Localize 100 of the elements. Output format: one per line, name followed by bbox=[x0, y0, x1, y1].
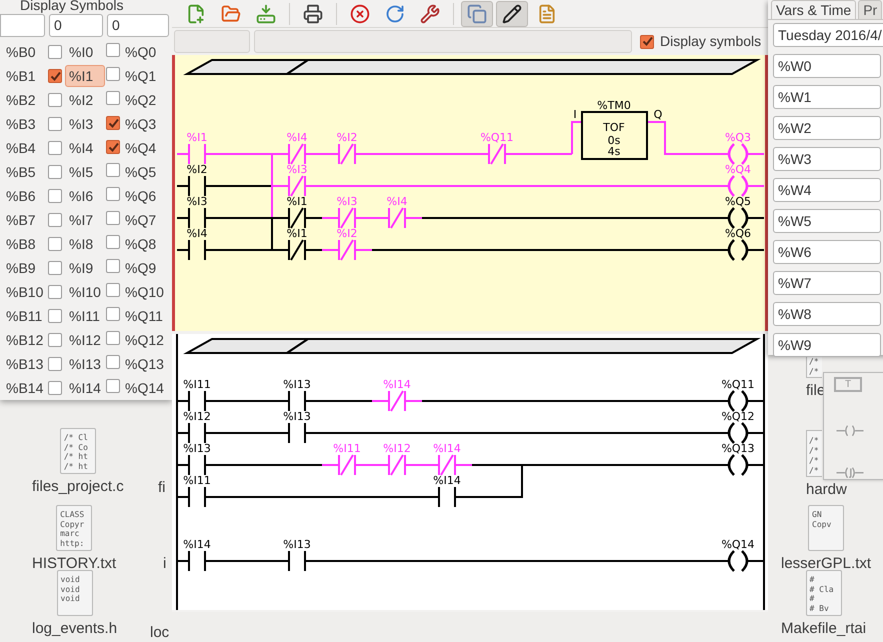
file-name[interactable]: log_events.h bbox=[32, 620, 118, 638]
file-name[interactable]: loc bbox=[150, 624, 170, 642]
file-thumbnail[interactable]: # # Cla # # Bv bbox=[806, 570, 842, 616]
input-toggle[interactable]: %I5 bbox=[65, 161, 105, 183]
checkbox[interactable] bbox=[48, 189, 62, 203]
input-toggle[interactable]: %I11 bbox=[65, 305, 105, 327]
word-field[interactable]: %W1 bbox=[773, 85, 881, 109]
checkbox[interactable] bbox=[48, 237, 62, 251]
checkbox[interactable] bbox=[106, 306, 120, 320]
word-field[interactable]: %W9 bbox=[773, 333, 881, 357]
file-thumbnail[interactable]: CLASS Copyr marc http: bbox=[56, 505, 92, 551]
checkbox[interactable] bbox=[106, 90, 120, 104]
input-toggle[interactable]: %I9 bbox=[65, 257, 105, 279]
checkbox[interactable] bbox=[106, 234, 120, 248]
input-toggle[interactable]: %I4 bbox=[65, 137, 105, 159]
checkbox[interactable] bbox=[106, 140, 120, 154]
variable-label: %I1 bbox=[186, 131, 208, 144]
file-name[interactable]: Makefile_rtai bbox=[781, 620, 866, 638]
input-toggle[interactable]: %I6 bbox=[65, 185, 105, 207]
bit-label: %B12 bbox=[5, 330, 44, 350]
checkbox[interactable] bbox=[106, 378, 120, 392]
bit-label: %B10 bbox=[5, 282, 44, 302]
file-thumbnail[interactable]: /* /* /* /* bbox=[806, 430, 822, 477]
checkbox-label[interactable]: Display symbols bbox=[660, 31, 762, 52]
variable-label: %I3 bbox=[186, 195, 208, 208]
input-toggle[interactable]: %I10 bbox=[65, 281, 105, 303]
input-label: I bbox=[573, 108, 577, 121]
word-field[interactable]: %W8 bbox=[773, 302, 881, 326]
file-name[interactable]: HISTORY.txt bbox=[32, 555, 116, 573]
thumbnail-text: Copv bbox=[812, 520, 832, 529]
checkbox[interactable] bbox=[106, 282, 120, 296]
input-toggle[interactable]: %I12 bbox=[65, 329, 105, 351]
variable-label: %I12 bbox=[383, 442, 411, 455]
checkbox[interactable] bbox=[106, 354, 120, 368]
checkbox[interactable] bbox=[48, 309, 62, 323]
timer-label: %TM0 bbox=[597, 99, 631, 112]
checkbox[interactable] bbox=[106, 162, 120, 176]
date-field[interactable]: Tuesday 2016/4/ bbox=[773, 23, 883, 47]
file-thumbnail[interactable]: GN Copv bbox=[808, 505, 844, 551]
checkbox[interactable] bbox=[48, 93, 62, 107]
checkbox[interactable] bbox=[48, 333, 62, 347]
bit-label: %B14 bbox=[5, 378, 44, 398]
file-thumbnail[interactable]: void void void bbox=[56, 570, 93, 616]
word-field[interactable]: %W2 bbox=[773, 116, 881, 140]
file-name[interactable]: fi bbox=[158, 479, 166, 497]
checkbox[interactable] bbox=[48, 381, 62, 395]
input-field[interactable] bbox=[0, 14, 45, 37]
wire-line bbox=[748, 560, 764, 562]
file-name[interactable]: files_project.c bbox=[32, 478, 124, 496]
input-toggle[interactable]: %I8 bbox=[65, 233, 105, 255]
checkbox[interactable] bbox=[106, 66, 120, 80]
word-field[interactable]: %W3 bbox=[773, 147, 881, 171]
tab[interactable]: Pr bbox=[858, 0, 882, 19]
input-field[interactable]: 0 bbox=[49, 14, 103, 37]
checkbox[interactable] bbox=[48, 117, 62, 131]
tab[interactable]: Vars & Time bbox=[771, 0, 856, 19]
negated-coil-tool-icon[interactable] bbox=[834, 466, 866, 479]
output-label: %Q11 bbox=[125, 306, 163, 326]
word-field[interactable]: %W4 bbox=[773, 178, 881, 202]
checkbox[interactable] bbox=[48, 141, 62, 155]
word-field[interactable]: %W6 bbox=[773, 240, 881, 264]
checkbox[interactable] bbox=[106, 258, 120, 272]
file-name[interactable]: hardw bbox=[806, 481, 847, 499]
input-toggle[interactable]: %I1 bbox=[65, 65, 105, 87]
checkbox[interactable] bbox=[106, 42, 120, 56]
word-field[interactable]: %W7 bbox=[773, 271, 881, 295]
file-thumbnail[interactable]: /* /* bbox=[806, 356, 822, 378]
variable-label: %Q4 bbox=[724, 163, 752, 176]
checkbox[interactable] bbox=[640, 34, 654, 48]
rung-section[interactable]: %I11 %I13 %I14 %Q11 %I12 %I13 %Q12 %I13 %I11 %I12 %I14 %Q13 %I11 %I14 %I14 %I13 %Q14 bbox=[172, 334, 768, 610]
input-toggle[interactable]: %I14 bbox=[65, 377, 105, 399]
variable-label: %I13 bbox=[283, 538, 311, 551]
file-thumbnail[interactable]: /* Cl /* Co /* ht /* ht bbox=[60, 428, 96, 474]
bit-label: %B7 bbox=[5, 210, 37, 230]
checkbox[interactable] bbox=[48, 357, 62, 371]
checkbox[interactable] bbox=[106, 186, 120, 200]
coil-tool-icon[interactable] bbox=[834, 424, 866, 438]
input-toggle[interactable]: %I13 bbox=[65, 353, 105, 375]
checkbox[interactable] bbox=[48, 69, 62, 83]
input-toggle[interactable]: %I3 bbox=[65, 113, 105, 135]
checkbox[interactable] bbox=[106, 210, 120, 224]
word-field[interactable]: %W0 bbox=[773, 54, 881, 78]
checkbox[interactable] bbox=[48, 285, 62, 299]
rung-section[interactable]: %I1 %I4 %I2 %Q11 I Q %TM0 TOF 0s 4s %Q3 %I2 %I3 %Q4 %I3 %I1 %I3 %I4 %Q5 %I4 %I1 %I2 %Q6 bbox=[172, 55, 768, 331]
checkbox[interactable] bbox=[48, 213, 62, 227]
thumbnail-text: # Cla bbox=[810, 584, 835, 594]
checkbox[interactable] bbox=[106, 116, 120, 130]
checkbox[interactable] bbox=[106, 330, 120, 344]
checkbox[interactable] bbox=[48, 165, 62, 179]
word-field[interactable]: %W5 bbox=[773, 209, 881, 233]
input-toggle[interactable]: %I2 bbox=[65, 89, 105, 111]
bit-label: %B4 bbox=[5, 138, 37, 158]
file-name[interactable]: lesserGPL.txt bbox=[781, 555, 872, 573]
checkbox[interactable] bbox=[48, 45, 62, 59]
input-field[interactable]: 0 bbox=[107, 14, 169, 37]
toolbar-button[interactable] bbox=[496, 0, 528, 26]
file-name[interactable]: i bbox=[163, 555, 166, 573]
checkbox[interactable] bbox=[48, 261, 62, 275]
input-toggle[interactable]: %I0 bbox=[65, 41, 105, 63]
input-toggle[interactable]: %I7 bbox=[65, 209, 105, 231]
